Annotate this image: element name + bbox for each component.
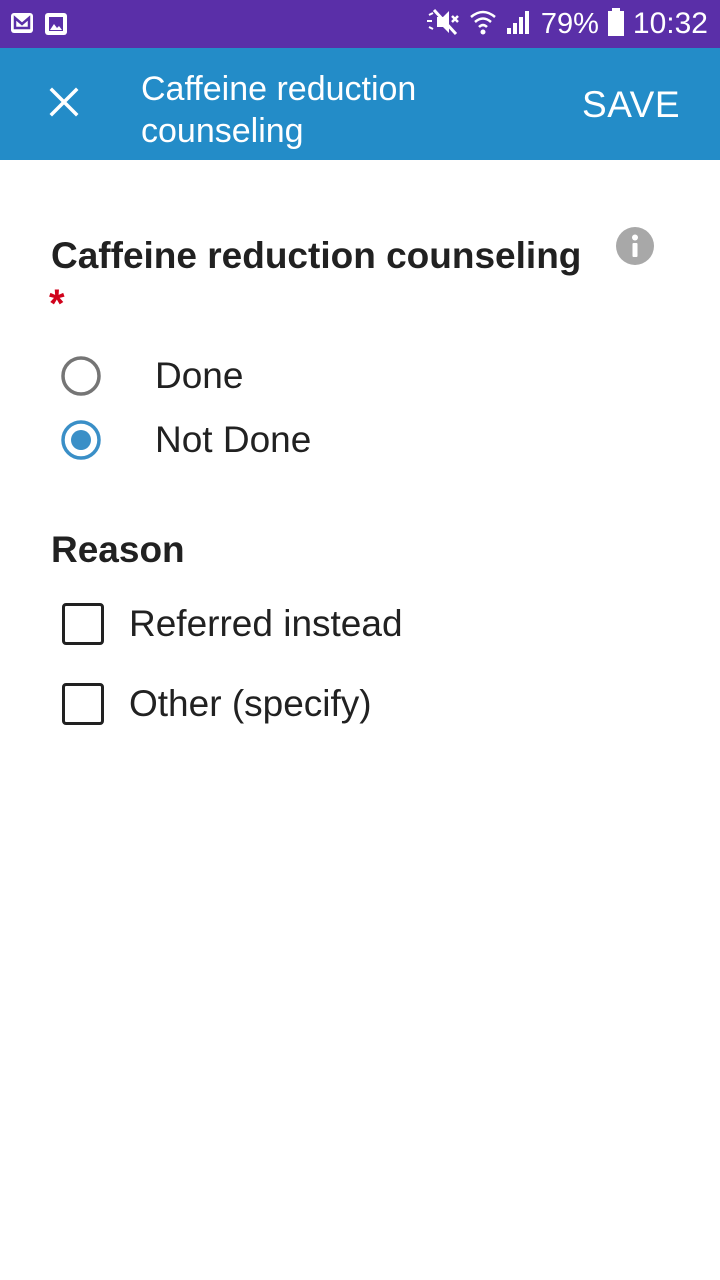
image-icon bbox=[44, 12, 68, 41]
mail-icon bbox=[10, 12, 34, 41]
checkbox-label: Other (specify) bbox=[129, 683, 372, 724]
question-title: Caffeine reduction counseling bbox=[51, 235, 582, 276]
app-bar-title: Caffeine reduction counseling bbox=[141, 70, 417, 150]
checkbox-other-specify[interactable]: Other (specify) bbox=[62, 680, 372, 728]
status-time: 10:32 bbox=[632, 7, 708, 40]
wifi-icon bbox=[469, 7, 497, 42]
signal-icon bbox=[505, 8, 533, 41]
mute-icon bbox=[423, 7, 461, 42]
reason-title: Reason bbox=[51, 529, 185, 570]
status-right-icons: 79% 10:32 bbox=[423, 6, 708, 42]
radio-label: Done bbox=[155, 355, 244, 396]
close-button[interactable] bbox=[34, 74, 94, 134]
radio-label: Not Done bbox=[155, 419, 312, 460]
required-marker: * bbox=[49, 282, 65, 326]
radio-selected-icon bbox=[60, 419, 102, 461]
app-bar: Caffeine reduction counseling SAVE bbox=[0, 48, 720, 160]
radio-option-done[interactable]: Done bbox=[60, 352, 243, 400]
checkbox-label: Referred instead bbox=[129, 603, 403, 644]
battery-icon bbox=[607, 7, 625, 42]
checkbox-unchecked-icon bbox=[62, 603, 104, 645]
status-bar: 79% 10:32 bbox=[0, 0, 720, 48]
radio-option-not-done[interactable]: Not Done bbox=[60, 416, 311, 464]
battery-percent: 79% bbox=[540, 7, 599, 40]
checkbox-unchecked-icon bbox=[62, 683, 104, 725]
status-left-icons bbox=[10, 12, 68, 41]
close-icon bbox=[49, 87, 79, 122]
radio-unselected-icon bbox=[60, 355, 102, 397]
save-button[interactable]: SAVE bbox=[582, 84, 680, 126]
checkbox-referred-instead[interactable]: Referred instead bbox=[62, 600, 403, 648]
info-icon[interactable] bbox=[616, 227, 654, 265]
